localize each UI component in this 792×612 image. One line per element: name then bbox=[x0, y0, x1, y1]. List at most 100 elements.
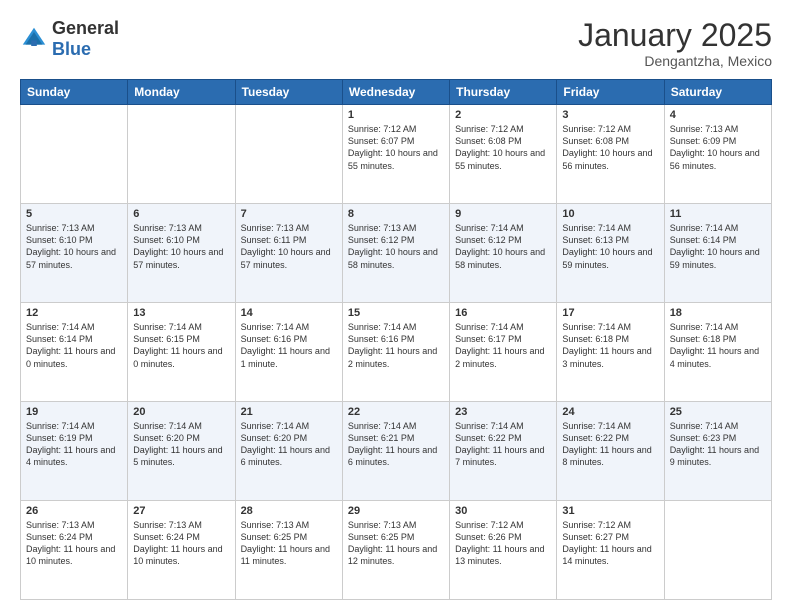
table-cell: 30 Sunrise: 7:12 AM Sunset: 6:26 PM Dayli… bbox=[450, 501, 557, 600]
day-info: Sunrise: 7:12 AM Sunset: 6:27 PM Dayligh… bbox=[562, 519, 658, 568]
header: General Blue January 2025 Dengantzha, Me… bbox=[20, 18, 772, 69]
col-monday: Monday bbox=[128, 80, 235, 105]
day-number: 26 bbox=[26, 505, 122, 517]
table-cell: 26 Sunrise: 7:13 AM Sunset: 6:24 PM Dayli… bbox=[21, 501, 128, 600]
logo-text: General Blue bbox=[52, 18, 119, 60]
day-number: 10 bbox=[562, 208, 658, 220]
day-info: Sunrise: 7:14 AM Sunset: 6:14 PM Dayligh… bbox=[26, 321, 122, 370]
day-number: 24 bbox=[562, 406, 658, 418]
table-cell: 28Sunrise: 7:13 AM Sunset: 6:25 PM Dayli… bbox=[235, 501, 342, 600]
table-cell: 27Sunrise: 7:13 AM Sunset: 6:24 PM Dayli… bbox=[128, 501, 235, 600]
day-info: Sunrise: 7:14 AM Sunset: 6:12 PM Dayligh… bbox=[455, 222, 551, 271]
day-number: 29 bbox=[348, 505, 444, 517]
table-cell: 18 Sunrise: 7:14 AM Sunset: 6:18 PM Dayli… bbox=[664, 303, 771, 402]
table-cell: 10 Sunrise: 7:14 AM Sunset: 6:13 PM Dayli… bbox=[557, 204, 664, 303]
day-number: 17 bbox=[562, 307, 658, 319]
day-info: Sunrise: 7:14 AM Sunset: 6:20 PM Dayligh… bbox=[241, 420, 337, 469]
day-number: 11 bbox=[670, 208, 766, 220]
table-cell: 8 Sunrise: 7:13 AM Sunset: 6:12 PM Daylig… bbox=[342, 204, 449, 303]
day-info: Sunrise: 7:13 AM Sunset: 6:25 PM Dayligh… bbox=[241, 519, 337, 568]
day-info: Sunrise: 7:12 AM Sunset: 6:08 PM Dayligh… bbox=[562, 123, 658, 172]
day-number: 8 bbox=[348, 208, 444, 220]
day-info: Sunrise: 7:13 AM Sunset: 6:12 PM Dayligh… bbox=[348, 222, 444, 271]
day-info: Sunrise: 7:12 AM Sunset: 6:26 PM Dayligh… bbox=[455, 519, 551, 568]
table-cell: 31 Sunrise: 7:12 AM Sunset: 6:27 PM Dayli… bbox=[557, 501, 664, 600]
table-cell: 17 Sunrise: 7:14 AM Sunset: 6:18 PM Dayli… bbox=[557, 303, 664, 402]
col-wednesday: Wednesday bbox=[342, 80, 449, 105]
day-number: 14 bbox=[241, 307, 337, 319]
table-cell: 14 Sunrise: 7:14 AM Sunset: 6:16 PM Dayli… bbox=[235, 303, 342, 402]
day-number: 16 bbox=[455, 307, 551, 319]
day-info: Sunrise: 7:14 AM Sunset: 6:16 PM Dayligh… bbox=[348, 321, 444, 370]
calendar-week-row: 5 Sunrise: 7:13 AM Sunset: 6:10 PM Daylig… bbox=[21, 204, 772, 303]
day-info: Sunrise: 7:13 AM Sunset: 6:10 PM Dayligh… bbox=[26, 222, 122, 271]
table-cell: 6 Sunrise: 7:13 AM Sunset: 6:10 PM Daylig… bbox=[128, 204, 235, 303]
day-number: 23 bbox=[455, 406, 551, 418]
day-number: 27 bbox=[133, 505, 229, 517]
table-cell: 23 Sunrise: 7:14 AM Sunset: 6:22 PM Dayli… bbox=[450, 402, 557, 501]
day-number: 7 bbox=[241, 208, 337, 220]
day-info: Sunrise: 7:14 AM Sunset: 6:19 PM Dayligh… bbox=[26, 420, 122, 469]
col-friday: Friday bbox=[557, 80, 664, 105]
table-cell: 1 Sunrise: 7:12 AM Sunset: 6:07 PM Daylig… bbox=[342, 105, 449, 204]
table-cell bbox=[128, 105, 235, 204]
day-number: 15 bbox=[348, 307, 444, 319]
day-info: Sunrise: 7:14 AM Sunset: 6:17 PM Dayligh… bbox=[455, 321, 551, 370]
col-thursday: Thursday bbox=[450, 80, 557, 105]
day-number: 30 bbox=[455, 505, 551, 517]
day-number: 22 bbox=[348, 406, 444, 418]
calendar-table: Sunday Monday Tuesday Wednesday Thursday… bbox=[20, 79, 772, 600]
table-cell: 12 Sunrise: 7:14 AM Sunset: 6:14 PM Dayli… bbox=[21, 303, 128, 402]
table-cell: 21Sunrise: 7:14 AM Sunset: 6:20 PM Dayli… bbox=[235, 402, 342, 501]
calendar-week-row: 12 Sunrise: 7:14 AM Sunset: 6:14 PM Dayli… bbox=[21, 303, 772, 402]
day-number: 31 bbox=[562, 505, 658, 517]
day-number: 4 bbox=[670, 109, 766, 121]
day-info: Sunrise: 7:14 AM Sunset: 6:23 PM Dayligh… bbox=[670, 420, 766, 469]
table-cell: 13 Sunrise: 7:14 AM Sunset: 6:15 PM Dayli… bbox=[128, 303, 235, 402]
page: General Blue January 2025 Dengantzha, Me… bbox=[0, 0, 792, 612]
day-number: 9 bbox=[455, 208, 551, 220]
logo: General Blue bbox=[20, 18, 119, 60]
day-number: 5 bbox=[26, 208, 122, 220]
day-info: Sunrise: 7:14 AM Sunset: 6:22 PM Dayligh… bbox=[455, 420, 551, 469]
logo-blue: Blue bbox=[52, 39, 91, 59]
day-info: Sunrise: 7:14 AM Sunset: 6:14 PM Dayligh… bbox=[670, 222, 766, 271]
day-info: Sunrise: 7:13 AM Sunset: 6:25 PM Dayligh… bbox=[348, 519, 444, 568]
table-cell: 5 Sunrise: 7:13 AM Sunset: 6:10 PM Daylig… bbox=[21, 204, 128, 303]
table-cell: 25Sunrise: 7:14 AM Sunset: 6:23 PM Dayli… bbox=[664, 402, 771, 501]
location-title: Dengantzha, Mexico bbox=[578, 53, 772, 69]
day-number: 18 bbox=[670, 307, 766, 319]
day-number: 12 bbox=[26, 307, 122, 319]
day-info: Sunrise: 7:14 AM Sunset: 6:20 PM Dayligh… bbox=[133, 420, 229, 469]
day-info: Sunrise: 7:14 AM Sunset: 6:18 PM Dayligh… bbox=[562, 321, 658, 370]
day-info: Sunrise: 7:14 AM Sunset: 6:16 PM Dayligh… bbox=[241, 321, 337, 370]
day-info: Sunrise: 7:13 AM Sunset: 6:24 PM Dayligh… bbox=[26, 519, 122, 568]
table-cell: 22 Sunrise: 7:14 AM Sunset: 6:21 PM Dayli… bbox=[342, 402, 449, 501]
table-cell: 24Sunrise: 7:14 AM Sunset: 6:22 PM Dayli… bbox=[557, 402, 664, 501]
logo-icon bbox=[20, 25, 48, 53]
month-title: January 2025 bbox=[578, 18, 772, 53]
day-number: 1 bbox=[348, 109, 444, 121]
day-info: Sunrise: 7:14 AM Sunset: 6:21 PM Dayligh… bbox=[348, 420, 444, 469]
table-cell bbox=[21, 105, 128, 204]
day-number: 19 bbox=[26, 406, 122, 418]
day-info: Sunrise: 7:12 AM Sunset: 6:07 PM Dayligh… bbox=[348, 123, 444, 172]
day-info: Sunrise: 7:14 AM Sunset: 6:15 PM Dayligh… bbox=[133, 321, 229, 370]
calendar-week-row: 26 Sunrise: 7:13 AM Sunset: 6:24 PM Dayli… bbox=[21, 501, 772, 600]
logo-general: General bbox=[52, 18, 119, 38]
day-number: 13 bbox=[133, 307, 229, 319]
day-info: Sunrise: 7:14 AM Sunset: 6:18 PM Dayligh… bbox=[670, 321, 766, 370]
table-cell bbox=[235, 105, 342, 204]
day-info: Sunrise: 7:13 AM Sunset: 6:09 PM Dayligh… bbox=[670, 123, 766, 172]
day-number: 2 bbox=[455, 109, 551, 121]
day-info: Sunrise: 7:14 AM Sunset: 6:13 PM Dayligh… bbox=[562, 222, 658, 271]
day-info: Sunrise: 7:13 AM Sunset: 6:10 PM Dayligh… bbox=[133, 222, 229, 271]
day-number: 6 bbox=[133, 208, 229, 220]
calendar-week-row: 19 Sunrise: 7:14 AM Sunset: 6:19 PM Dayli… bbox=[21, 402, 772, 501]
day-info: Sunrise: 7:13 AM Sunset: 6:11 PM Dayligh… bbox=[241, 222, 337, 271]
table-cell: 20Sunrise: 7:14 AM Sunset: 6:20 PM Dayli… bbox=[128, 402, 235, 501]
day-number: 3 bbox=[562, 109, 658, 121]
day-info: Sunrise: 7:12 AM Sunset: 6:08 PM Dayligh… bbox=[455, 123, 551, 172]
table-cell bbox=[664, 501, 771, 600]
calendar-header-row: Sunday Monday Tuesday Wednesday Thursday… bbox=[21, 80, 772, 105]
